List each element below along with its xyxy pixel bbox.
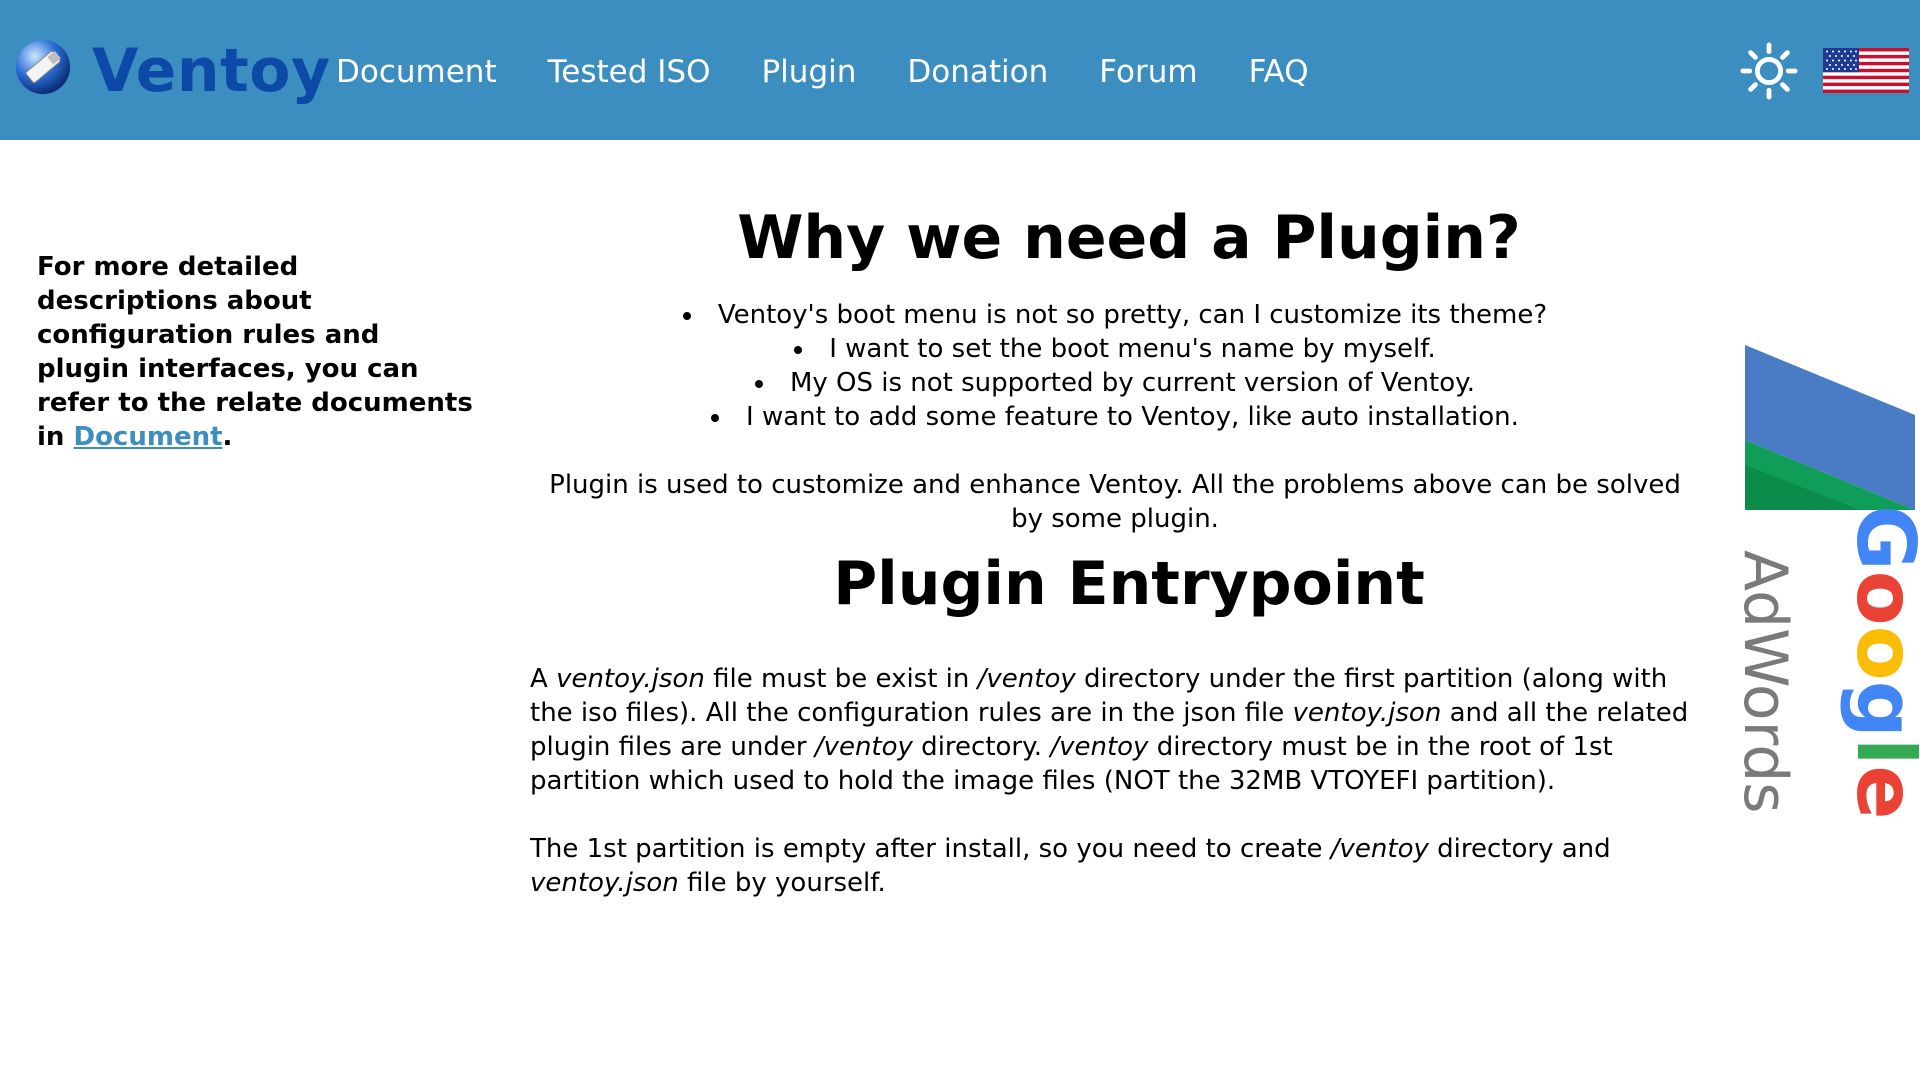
top-navbar: Ventoy Document Tested ISO Plugin Donati… <box>0 0 1920 140</box>
entrypoint-paragraph-1: A ventoy.json file must be exist in /ven… <box>530 664 1689 796</box>
nav-tested-iso[interactable]: Tested ISO <box>548 50 711 94</box>
nav-forum[interactable]: Forum <box>1099 50 1197 94</box>
sidebar-note-suffix: . <box>222 422 233 452</box>
google-adwords-ad[interactable]: Google AdWords <box>1740 345 1920 865</box>
nav-document[interactable]: Document <box>336 50 497 94</box>
document-link[interactable]: Document <box>73 422 222 452</box>
adwords-wordmark: AdWords <box>1740 550 1800 814</box>
list-item: Ventoy's boot menu is not so pretty, can… <box>530 298 1700 332</box>
list-item: I want to set the boot menu's name by my… <box>530 332 1700 366</box>
brand-title[interactable]: Ventoy <box>92 36 331 106</box>
us-flag-icon[interactable] <box>1823 48 1909 93</box>
nav-plugin[interactable]: Plugin <box>761 50 856 94</box>
entrypoint-paragraph-2: The 1st partition is empty after install… <box>530 834 1611 898</box>
main-nav: Document Tested ISO Plugin Donation Foru… <box>336 50 1360 94</box>
nav-faq[interactable]: FAQ <box>1249 50 1309 94</box>
section-title-entrypoint: Plugin Entrypoint <box>833 549 1425 619</box>
sun-icon[interactable] <box>1740 42 1798 100</box>
sidebar-note: For more detailed descriptions about con… <box>37 250 477 454</box>
main-content: Why we need a Plugin? Ventoy's boot menu… <box>530 190 1700 900</box>
google-wordmark: Google <box>1839 505 1920 820</box>
list-item: My OS is not supported by current versio… <box>530 366 1700 400</box>
nav-donation[interactable]: Donation <box>907 50 1048 94</box>
list-item: I want to add some feature to Ventoy, li… <box>530 400 1700 434</box>
section-title-why-plugin: Why we need a Plugin? <box>737 203 1521 273</box>
plugin-summary: Plugin is used to customize and enhance … <box>549 470 1681 534</box>
reasons-list: Ventoy's boot menu is not so pretty, can… <box>530 298 1700 434</box>
ventoy-logo-icon[interactable] <box>14 38 72 96</box>
